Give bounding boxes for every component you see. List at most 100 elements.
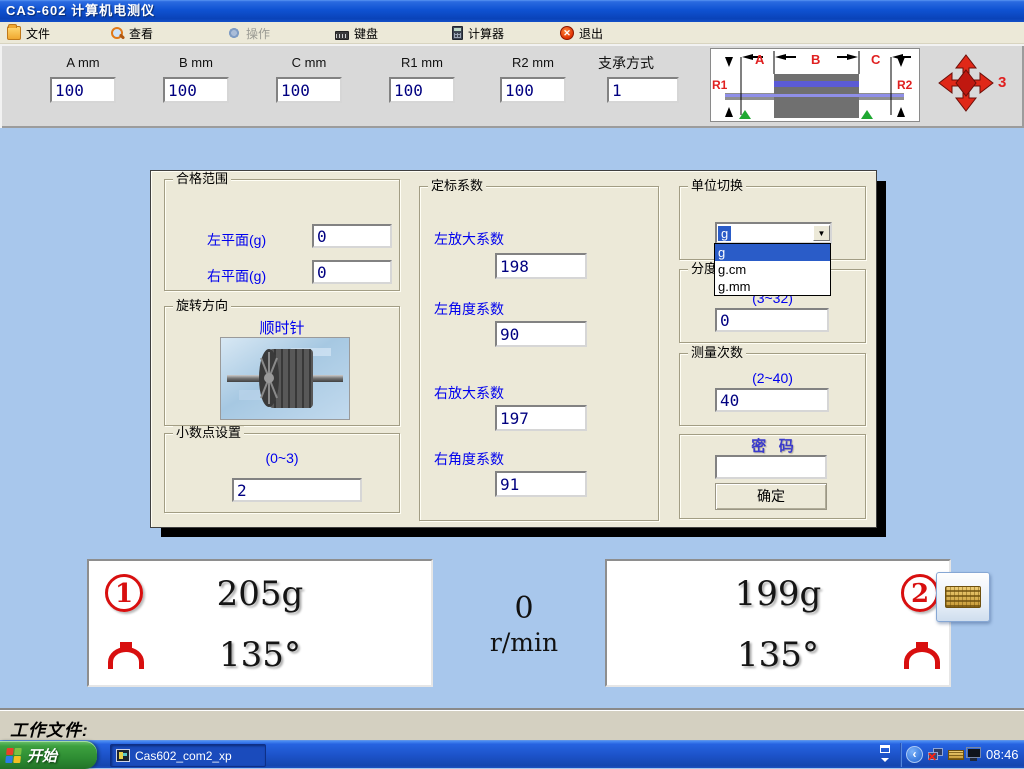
taskbar-app-button[interactable]: Cas602_com2_xp [110, 744, 266, 767]
calibration-title: 定标系数 [428, 179, 486, 193]
menu-calculator-label: 计算器 [468, 25, 504, 42]
diagram-label-r2: R2 [897, 78, 913, 92]
measure-count-input[interactable] [715, 388, 829, 412]
menu-keyboard[interactable]: 键盘 [331, 22, 382, 44]
field-c-input[interactable] [276, 77, 342, 103]
diagram-label-b: B [811, 52, 820, 67]
right-angle-value: 135° [607, 635, 949, 675]
menu-view[interactable]: 查看 [106, 22, 157, 44]
measure-count-hint: (2~40) [680, 370, 865, 386]
unit-option-gcm[interactable]: g.cm [715, 261, 830, 278]
diagram-label-r1: R1 [712, 78, 728, 92]
field-r2-input[interactable] [500, 77, 566, 103]
field-b-label: B mm [163, 55, 229, 70]
hide-icons-chevron[interactable]: ‹ [906, 746, 923, 763]
speed-value: 0 [469, 591, 579, 626]
search-icon [110, 26, 124, 40]
chevron-down-icon [881, 758, 889, 766]
chevron-down-icon[interactable]: ▼ [813, 225, 830, 241]
left-gain-label: 左放大系数 [434, 229, 504, 249]
field-a-label: A mm [50, 55, 116, 70]
right-gain-input[interactable] [495, 405, 587, 431]
circled-number-2-badge: 2 [901, 574, 939, 612]
field-a-input[interactable] [50, 77, 116, 103]
decimal-setting-group: 小数点设置 (0~3) [164, 433, 400, 513]
left-gain-input[interactable] [495, 253, 587, 279]
unit-option-gmm[interactable]: g.mm [715, 278, 830, 295]
status-bar: 工作文件: [0, 710, 1024, 740]
password-input[interactable] [715, 455, 827, 479]
rotation-direction-title: 旋转方向 [173, 299, 231, 313]
keyboard-tray-icon[interactable] [948, 750, 964, 760]
display-tray-icon[interactable] [966, 747, 982, 762]
menu-operate-label: 操作 [246, 25, 270, 42]
rotation-direction-value: 顺时针 [165, 317, 399, 338]
decimal-input[interactable] [232, 478, 362, 502]
start-button-label: 开始 [27, 745, 57, 766]
calibration-group: 定标系数 左放大系数 左角度系数 右放大系数 右角度系数 [419, 186, 659, 521]
speed-readout: 0 r/min [469, 591, 579, 657]
support-mode-label: 支承方式 [598, 53, 654, 73]
exit-icon: ✕ [560, 26, 574, 40]
keyboard-icon [945, 586, 981, 608]
work-file-label: 工作文件: [10, 716, 89, 741]
menu-bar: 文件 查看 操作 键盘 计算器 ✕ 退出 [0, 22, 1024, 44]
right-gain-label: 右放大系数 [434, 383, 504, 403]
diagram-label-c: C [871, 52, 881, 67]
onscreen-keyboard-button[interactable] [936, 572, 990, 622]
start-button[interactable]: 开始 [0, 741, 97, 769]
taskbar-clock: 08:46 [986, 747, 1019, 762]
menu-file-label: 文件 [26, 25, 50, 42]
division-input[interactable] [715, 308, 829, 332]
right-plane-label: 右平面(g) [207, 266, 266, 286]
nav-count-label: 3 [998, 74, 1006, 91]
right-angle-label: 右角度系数 [434, 449, 504, 469]
field-r1-input[interactable] [389, 77, 455, 103]
menu-file[interactable]: 文件 [3, 22, 54, 44]
measure-count-group: 测量次数 (2~40) [679, 353, 866, 426]
left-readout-panel: 1 205g 135° [87, 559, 433, 687]
right-angle-arc-icon [904, 647, 940, 669]
field-c-label: C mm [276, 55, 342, 70]
left-plane-input[interactable] [312, 224, 392, 248]
left-angle-label: 左角度系数 [434, 299, 504, 319]
keyboard-icon [335, 31, 349, 40]
four-way-arrow-icon[interactable] [938, 54, 994, 112]
gear-icon [227, 26, 241, 40]
right-weight-value: 199g [607, 574, 949, 614]
left-weight-value: 205g [89, 574, 431, 614]
right-readout-panel: 199g 2 135° [605, 559, 951, 687]
left-angle-value: 135° [89, 635, 431, 675]
left-angle-input[interactable] [495, 321, 587, 347]
restore-window-icon [880, 745, 890, 753]
unit-option-g[interactable]: g [715, 244, 830, 261]
network-status-icon[interactable]: ✕ [928, 748, 945, 762]
right-plane-input[interactable] [312, 260, 392, 284]
field-r1-label: R1 mm [389, 55, 455, 70]
rotor-dimension-diagram: A B C R1 R2 [710, 48, 920, 122]
diagram-label-a: A [755, 52, 765, 67]
menu-operate[interactable]: 操作 [223, 22, 274, 44]
field-b-input[interactable] [163, 77, 229, 103]
unit-dropdown-list: g g.cm g.mm [714, 243, 831, 296]
password-group: 密 码 确定 [679, 434, 866, 519]
client-area: 合格范围 左平面(g) 右平面(g) 旋转方向 顺时针 [0, 128, 1024, 710]
speed-unit: r/min [469, 628, 579, 657]
field-r2-label: R2 mm [500, 55, 566, 70]
menu-exit[interactable]: ✕ 退出 [556, 22, 607, 44]
qualified-range-title: 合格范围 [173, 172, 231, 186]
ok-button[interactable]: 确定 [715, 483, 827, 510]
menu-calculator[interactable]: 计算器 [448, 22, 508, 44]
taskbar-app-label: Cas602_com2_xp [135, 749, 232, 763]
left-plane-label: 左平面(g) [207, 230, 266, 250]
support-mode-input[interactable] [607, 77, 679, 103]
right-angle-input[interactable] [495, 471, 587, 497]
decimal-range-hint: (0~3) [165, 450, 399, 466]
menu-exit-label: 退出 [579, 25, 603, 42]
calculator-icon [452, 26, 463, 40]
parameter-panel: A mm B mm C mm R1 mm R2 mm 支承方式 [0, 44, 1024, 128]
language-bar[interactable] [874, 743, 898, 767]
unit-combobox[interactable]: g ▼ [715, 222, 832, 244]
menu-view-label: 查看 [129, 25, 153, 42]
rotor-image [220, 337, 350, 420]
